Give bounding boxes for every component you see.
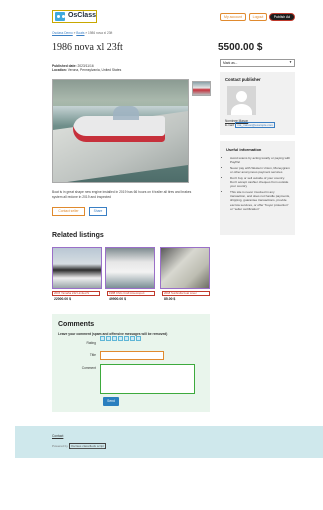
- breadcrumb-current: » 1986 nova xl 23ft: [85, 31, 113, 35]
- footer-contact-link[interactable]: Contact: [52, 434, 63, 438]
- car-logo-icon: [55, 12, 65, 21]
- powered-by: Powered by Osclass classifieds script: [52, 443, 107, 449]
- star-icon[interactable]: [124, 336, 129, 341]
- title-label: Title: [89, 353, 96, 357]
- star-icon[interactable]: [118, 336, 123, 341]
- related-listing-price: 49900.00 $: [109, 297, 126, 301]
- useful-info-list: Avoid scams by acting locally or paying …: [230, 156, 291, 212]
- related-listing-link[interactable]: 2018 Sunbrella boat cover: [162, 291, 210, 296]
- publish-ad-button[interactable]: Publish Ad: [269, 13, 295, 21]
- contact-seller-button[interactable]: Contact seller: [52, 207, 85, 216]
- related-listing-price: 22000.00 $: [54, 297, 71, 301]
- listing-description: Boat is in great shape new engine instal…: [52, 190, 192, 199]
- comments-section: Comments Leave your comment (spam and of…: [52, 314, 210, 412]
- powered-by-link[interactable]: Osclass classifieds script: [68, 443, 107, 449]
- publisher-email-link[interactable]: ma_mason@example.com: [235, 122, 275, 128]
- rating-stars: [100, 336, 141, 341]
- related-listing-image[interactable]: [105, 247, 155, 289]
- avatar: [227, 86, 256, 115]
- contact-publisher-card: Contact publisher Nominee Mason E-mail: …: [220, 72, 295, 135]
- rating-label: Rating: [86, 341, 96, 345]
- site-footer: Contact Powered by Osclass classifieds s…: [15, 426, 323, 458]
- location-label: Location:: [52, 68, 67, 73]
- main-photo[interactable]: [52, 79, 189, 183]
- powered-prefix: Powered by: [52, 444, 68, 448]
- related-listing-link[interactable]: 1988 Chris Craft Amerosport: [107, 291, 155, 296]
- logout-button[interactable]: Logout: [249, 13, 267, 21]
- related-listings-heading: Related listings: [52, 232, 104, 239]
- listing-title: 1986 nova xl 23ft: [52, 42, 123, 53]
- comment-title-input[interactable]: [100, 351, 164, 360]
- list-item: Never pay with Western Union, Moneygram …: [230, 166, 291, 174]
- site-logo[interactable]: OsClass: [52, 10, 97, 23]
- listing-price: 5500.00 $: [218, 42, 263, 53]
- listing-meta: Published date: 2023/11/16 Location: Ver…: [52, 64, 121, 72]
- star-icon[interactable]: [130, 336, 135, 341]
- publisher-email: E-mail: ma_mason@example.com: [225, 122, 275, 128]
- contact-publisher-heading: Contact publisher: [225, 77, 261, 82]
- list-item: Don't buy or sell outside of your countr…: [230, 176, 291, 189]
- chevron-down-icon: ▼: [289, 60, 292, 65]
- send-button[interactable]: Send: [103, 397, 119, 406]
- photo-thumbnail[interactable]: [192, 81, 211, 96]
- useful-info-card: Useful information Avoid scams by acting…: [220, 141, 295, 235]
- location-value: Verona, Pennsylvania, United States: [67, 68, 122, 73]
- mark-as-select[interactable]: Mark as... ▼: [220, 59, 295, 67]
- comment-textarea[interactable]: [100, 364, 195, 394]
- related-listing-image[interactable]: [160, 247, 210, 289]
- star-icon[interactable]: [100, 336, 105, 341]
- breadcrumb: Osclass Demo » Boats » 1986 nova xl 23ft: [52, 31, 113, 35]
- logo-text: OsClass: [67, 12, 96, 20]
- share-button[interactable]: Share: [89, 207, 107, 216]
- email-label: E-mail:: [225, 123, 235, 127]
- my-account-button[interactable]: My account: [220, 13, 246, 21]
- mark-as-selected: Mark as...: [223, 60, 238, 65]
- list-item: Avoid scams by acting locally or paying …: [230, 156, 291, 164]
- related-listing-link[interactable]: 2015 Yamaha 242 Limited S: [52, 291, 100, 296]
- list-item: This site is never involved in any trans…: [230, 190, 291, 211]
- star-icon[interactable]: [136, 336, 141, 341]
- related-listing-price: 85.00 $: [164, 297, 176, 301]
- star-icon[interactable]: [112, 336, 117, 341]
- breadcrumb-category-link[interactable]: Boats: [76, 31, 84, 35]
- breadcrumb-home-link[interactable]: Osclass Demo: [52, 31, 73, 35]
- comment-label: Comment: [81, 366, 96, 370]
- star-icon[interactable]: [106, 336, 111, 341]
- comments-heading: Comments: [58, 321, 95, 328]
- useful-info-heading: Useful information: [226, 147, 262, 152]
- related-listing-image[interactable]: [52, 247, 102, 289]
